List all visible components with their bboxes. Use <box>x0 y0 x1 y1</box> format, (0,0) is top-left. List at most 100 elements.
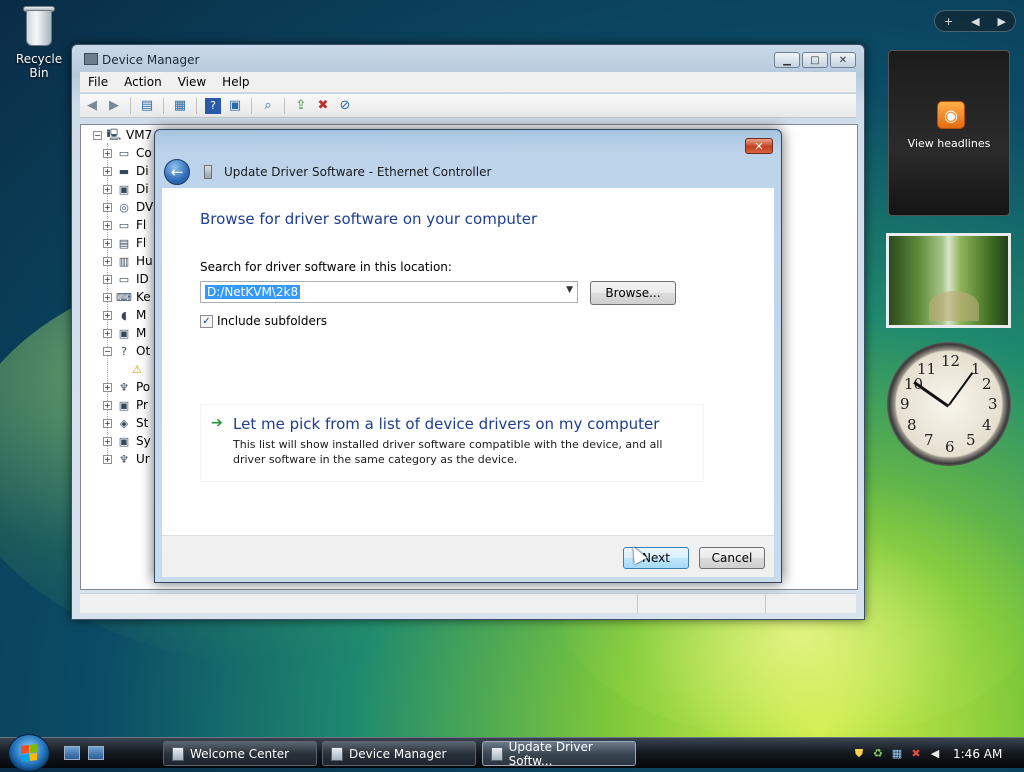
pick-from-list-option[interactable]: ➔ Let me pick from a list of device driv… <box>200 404 704 482</box>
include-subfolders-label[interactable]: Include subfolders <box>217 314 327 328</box>
computer-icon: ▭ <box>118 146 130 160</box>
expand-icon[interactable]: + <box>103 274 112 284</box>
taskbar-update-driver[interactable]: Update Driver Softw... <box>482 740 636 768</box>
include-subfolders-checkbox[interactable]: ✓ <box>200 314 213 328</box>
properties-icon[interactable]: ▦ <box>172 98 188 114</box>
forward-arrow-icon[interactable]: ▶ <box>106 98 122 114</box>
cancel-button[interactable]: Cancel <box>699 547 765 569</box>
forest-path-image <box>929 291 979 321</box>
tree-item[interactable]: + ◈ St <box>103 415 148 431</box>
tree-item-label: Di <box>136 164 149 178</box>
recycle-bin[interactable]: Recycle Bin <box>6 2 72 80</box>
back-arrow-icon[interactable]: ◀ <box>84 98 100 114</box>
tree-item[interactable]: −? Ot <box>103 343 150 359</box>
uninstall-icon[interactable]: ✖ <box>315 98 331 114</box>
storage-controller-icon: ◈ <box>119 416 129 430</box>
update-icon[interactable]: ♻ <box>871 747 885 761</box>
tree-root[interactable]: − 🖳 VM7 <box>93 128 152 142</box>
device-manager-titlebar[interactable]: Device Manager ▁ □ ✕ <box>72 45 864 73</box>
other-devices-icon: ? <box>121 344 127 358</box>
dialog-title: Update Driver Software - Ethernet Contro… <box>224 165 492 179</box>
back-button[interactable]: ← <box>164 159 190 185</box>
expand-icon[interactable]: + <box>103 382 112 392</box>
expand-icon[interactable]: + <box>103 418 112 428</box>
tree-item[interactable]: + ♆ Ur <box>103 451 150 467</box>
tree-item[interactable]: + ◖ M <box>103 307 146 323</box>
expand-icon[interactable]: + <box>103 184 112 194</box>
tree-item[interactable]: + ▭ Fl <box>103 217 146 233</box>
security-shield-icon[interactable]: ⛊ <box>852 747 866 761</box>
help-icon[interactable]: ? <box>205 97 221 114</box>
network-disconnected-icon[interactable]: ✖ <box>909 747 923 761</box>
collapse-icon[interactable]: − <box>103 346 112 356</box>
menu-action[interactable]: Action <box>116 75 170 89</box>
tree-item[interactable]: + ▭ Co <box>103 145 152 161</box>
pick-from-list-title[interactable]: Let me pick from a list of device driver… <box>233 415 659 433</box>
expand-icon[interactable]: + <box>103 256 112 266</box>
expand-icon[interactable]: + <box>103 202 112 212</box>
start-button[interactable] <box>8 734 50 772</box>
expand-icon[interactable]: + <box>103 310 112 320</box>
tree-item[interactable]: + ▥ Hu <box>103 253 153 269</box>
tree-item[interactable]: + ▣ Sy <box>103 433 151 449</box>
expand-icon[interactable]: + <box>103 238 112 248</box>
taskbar-clock[interactable]: 1:46 AM <box>953 747 1002 761</box>
feed-headlines-gadget[interactable]: ◉ View headlines <box>888 50 1010 216</box>
taskbar-welcome-center[interactable]: Welcome Center <box>163 741 317 766</box>
expand-icon[interactable]: + <box>103 454 112 464</box>
expand-icon[interactable]: + <box>103 148 112 158</box>
update-driver-icon[interactable]: ⇪ <box>293 98 309 114</box>
expand-icon[interactable]: + <box>103 166 112 176</box>
maximize-button[interactable]: □ <box>802 52 828 68</box>
tree-item[interactable]: + ▣ Di <box>103 181 149 197</box>
toolbar: ◀ ▶ ▤ ▦ ? ▣ ⌕ ⇪ ✖ ⊘ <box>80 94 856 118</box>
task-label: Device Manager <box>349 746 447 761</box>
tree-item-label: Ke <box>136 290 151 304</box>
expand-icon[interactable]: + <box>103 220 112 230</box>
switch-windows-icon[interactable] <box>88 746 104 760</box>
previous-icon[interactable]: ◀ <box>971 15 979 28</box>
location-input-value[interactable]: D:/NetKVM\2k8 <box>205 285 301 299</box>
menu-file[interactable]: File <box>80 75 116 89</box>
tree-item[interactable]: + ▭ ID <box>103 271 149 287</box>
collapse-icon[interactable]: − <box>93 130 102 140</box>
tree-item-ethernet-controller[interactable]: ⚠ <box>129 361 149 377</box>
include-subfolders-option[interactable]: ✓ Include subfolders <box>200 314 327 328</box>
browse-button[interactable]: Browse... <box>590 281 676 305</box>
tree-item[interactable]: + ▬ Di <box>103 163 149 179</box>
tree-item[interactable]: + ♆ Po <box>103 379 150 395</box>
expand-icon[interactable]: + <box>103 436 112 446</box>
minimize-button[interactable]: ▁ <box>774 52 800 68</box>
show-desktop-icon[interactable] <box>64 746 80 760</box>
scan-hardware-icon[interactable]: ⌕ <box>260 98 276 114</box>
menu-view[interactable]: View <box>170 75 214 89</box>
expand-icon[interactable]: + <box>103 400 112 410</box>
green-arrow-icon: ➔ <box>211 415 223 431</box>
menu-help[interactable]: Help <box>214 75 257 89</box>
disable-icon[interactable]: ⊘ <box>337 98 353 114</box>
taskbar-device-manager[interactable]: Device Manager <box>322 741 476 766</box>
tree-item[interactable]: + ▣ M <box>103 325 146 341</box>
expand-icon[interactable]: + <box>103 292 112 302</box>
tree-root-label: VM7 <box>126 128 153 142</box>
taskbar: Welcome Center Device Manager Update Dri… <box>0 734 1024 772</box>
slideshow-gadget[interactable] <box>886 233 1011 328</box>
view-icon[interactable]: ▣ <box>227 98 243 114</box>
dialog-close-button[interactable]: ✕ <box>745 138 773 154</box>
tree-item-label: Co <box>136 146 152 160</box>
tree-item[interactable]: + ▤ Fl <box>103 235 146 251</box>
tree-item[interactable]: + ◎ DV <box>103 199 153 215</box>
tree-item[interactable]: + ⌨ Ke <box>103 289 151 305</box>
dropdown-arrow-icon[interactable]: ▼ <box>566 285 573 295</box>
network-icon[interactable]: ▦ <box>890 747 904 761</box>
add-gadget-icon[interactable]: + <box>944 15 953 28</box>
expand-icon[interactable]: + <box>103 328 112 338</box>
tree-item[interactable]: + ▣ Pr <box>103 397 148 413</box>
next-icon[interactable]: ▶ <box>998 15 1006 28</box>
location-combobox[interactable]: D:/NetKVM\2k8 ▼ <box>200 281 578 303</box>
clock-number: 12 <box>941 352 961 370</box>
console-tree-icon[interactable]: ▤ <box>139 98 155 114</box>
close-button[interactable]: ✕ <box>830 52 856 68</box>
feed-headlines-label[interactable]: View headlines <box>889 137 1009 150</box>
volume-icon[interactable]: ◀ <box>928 747 942 761</box>
